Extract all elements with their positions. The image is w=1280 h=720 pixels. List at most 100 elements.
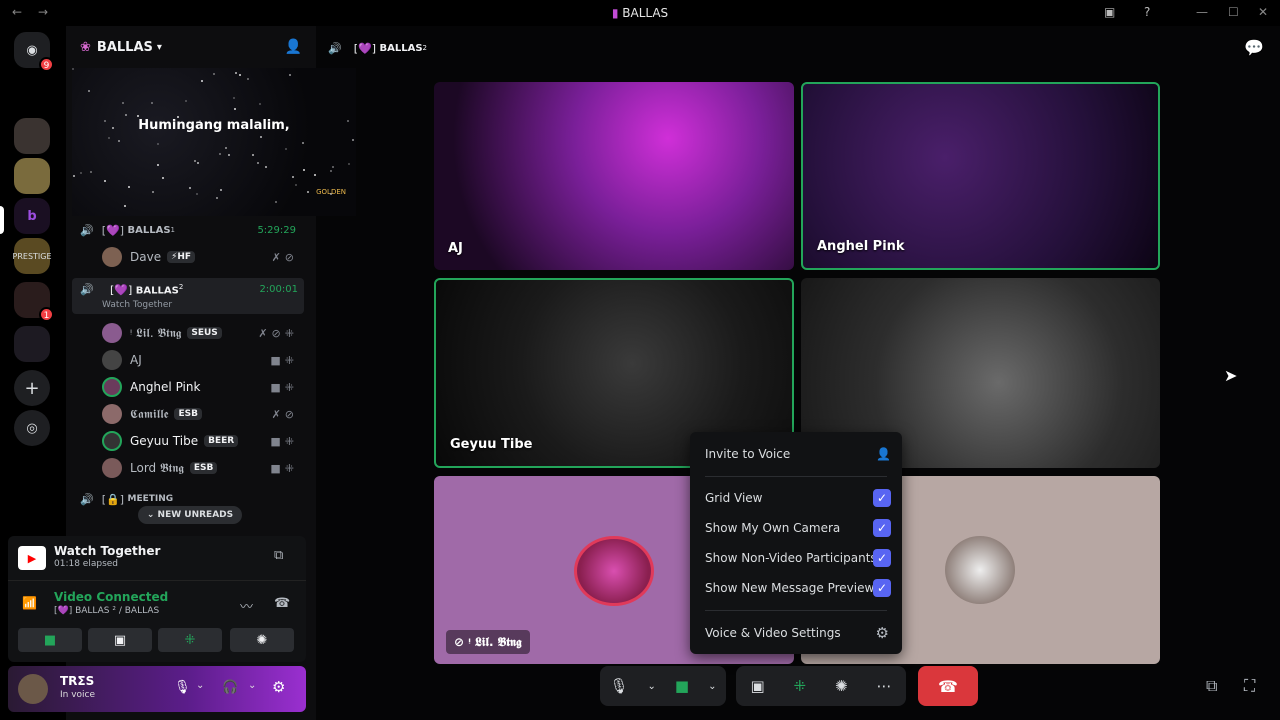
fullscreen-icon[interactable]: ⛶ xyxy=(1244,676,1255,696)
member-name: Lord 𝕭𝖙𝖓𝖌 xyxy=(130,460,184,475)
star-decoration xyxy=(265,166,268,169)
star-decoration xyxy=(198,119,201,122)
activity-caption: Humingang malalim, xyxy=(138,118,290,133)
voice-location[interactable]: [💜] BALLAS ² / BALLAS xyxy=(54,606,159,616)
server-icon[interactable] xyxy=(14,118,50,154)
chevron-down-icon[interactable]: ⌄ xyxy=(248,680,256,691)
star-decoration xyxy=(157,164,160,167)
user-name[interactable]: TRΣS xyxy=(60,674,94,688)
voice-member[interactable]: AJ ■⁜ xyxy=(102,348,302,372)
disconnect-icon[interactable]: ☎ xyxy=(274,596,290,611)
checkbox-checked-icon[interactable]: ✓ xyxy=(873,519,891,537)
avatar[interactable] xyxy=(18,674,48,704)
disconnect-button[interactable]: ☎ xyxy=(918,666,978,706)
menu-item-grid-view[interactable]: Grid View ✓ xyxy=(705,485,891,511)
star-decoration xyxy=(313,173,316,176)
voice-member[interactable]: Dave ⚡HF ✗⊘ xyxy=(102,245,302,269)
prestige-server-icon[interactable]: PRESTIGE xyxy=(13,238,52,274)
star-decoration xyxy=(234,108,237,111)
leave-activity-icon[interactable]: ⧉ xyxy=(274,548,283,563)
activity-elapsed: 01:18 elapsed xyxy=(54,559,119,569)
discover-icon[interactable]: ◎ xyxy=(14,410,50,446)
signal-icon: 📶 xyxy=(22,596,37,610)
chevron-down-icon[interactable]: ⌄ xyxy=(196,680,204,691)
add-member-icon: 👤 xyxy=(876,447,891,461)
menu-item-invite[interactable]: Invite to Voice 👤 xyxy=(705,441,891,467)
star-decoration xyxy=(195,192,198,195)
speaker-icon: 🔊 xyxy=(328,41,342,55)
server-folder-icon[interactable]: 1 xyxy=(14,282,54,322)
avatar xyxy=(574,536,654,606)
screen-share-icon[interactable]: ▣ xyxy=(750,677,764,695)
muted-icon: ✗⊘ xyxy=(271,407,298,421)
noise-suppression-icon[interactable]: 〰 xyxy=(240,596,253,615)
add-server-icon[interactable]: + xyxy=(14,370,50,406)
pop-out-icon[interactable]: ⧉ xyxy=(1206,676,1217,696)
checkbox-checked-icon[interactable]: ✓ xyxy=(873,489,891,507)
discord-home-icon[interactable]: ◉ 9 xyxy=(14,32,54,72)
inbox-icon[interactable]: ▣ xyxy=(1104,5,1115,19)
add-member-icon[interactable]: 👤 xyxy=(285,39,302,55)
gear-icon[interactable]: ⚙ xyxy=(272,678,285,696)
channel-sup: 2 xyxy=(422,44,427,52)
voice-member[interactable]: Lord 𝕭𝖙𝖓𝖌 ESB ■⁜ xyxy=(102,456,302,480)
menu-item-settings[interactable]: Voice & Video Settings ⚙ xyxy=(705,620,891,646)
voice-panel: ▶ Watch Together 01:18 elapsed ⧉ 📶 Video… xyxy=(8,536,306,662)
maximize-icon[interactable]: ☐ xyxy=(1228,5,1239,19)
menu-item-label: Voice & Video Settings xyxy=(705,626,841,640)
activity-button[interactable]: ⁜ xyxy=(158,628,222,652)
server-icon[interactable] xyxy=(14,158,50,194)
ballas-server-icon[interactable]: b xyxy=(14,198,50,234)
video-tile[interactable]: AJ xyxy=(434,82,794,270)
soundboard-button[interactable]: ✺ xyxy=(230,628,294,652)
channel-name: MEETING xyxy=(127,494,174,504)
server-folder-icon[interactable] xyxy=(14,326,50,362)
soundboard-icon[interactable]: ✺ xyxy=(835,677,848,695)
screen-share-button[interactable]: ▣ xyxy=(88,628,152,652)
help-icon[interactable]: ? xyxy=(1144,5,1150,19)
activity-preview[interactable]: Humingang malalim, GOLDEN xyxy=(72,68,356,216)
star-decoration xyxy=(347,162,350,165)
checkbox-checked-icon[interactable]: ✓ xyxy=(873,549,891,567)
video-tile-speaking[interactable]: Anghel Pink xyxy=(801,82,1160,270)
headphones-icon[interactable]: 🎧 xyxy=(222,680,238,695)
channel-timer: 2:00:01 xyxy=(259,284,298,295)
new-unreads-pill[interactable]: ⌄ NEW UNREADS xyxy=(138,506,242,524)
camera-button[interactable]: ■ xyxy=(18,628,82,652)
channel-sup: 2 xyxy=(178,283,184,291)
microphone-icon[interactable]: 🎙 xyxy=(609,677,628,695)
voice-member[interactable]: Anghel Pink ■⁜ xyxy=(102,375,302,399)
voice-channel[interactable]: 🔊 [💜] BALLAS 1 5:29:29 xyxy=(72,218,304,242)
star-decoration xyxy=(291,176,294,179)
voice-member[interactable]: 𝕮𝖆𝖒𝖎𝖑𝖑𝖊 ESB ✗⊘ xyxy=(102,402,302,426)
chevron-down-icon[interactable]: ⌄ xyxy=(648,681,656,692)
chat-bubble-icon[interactable]: 💬 xyxy=(1244,38,1264,57)
star-decoration xyxy=(252,153,255,156)
more-options-icon[interactable]: ⋯ xyxy=(877,677,892,695)
close-icon[interactable]: ✕ xyxy=(1258,5,1268,19)
checkbox-checked-icon[interactable]: ✓ xyxy=(873,579,891,597)
participant-name: ᵎ 𝕷𝖎𝖑. 𝕭𝖙𝖓𝖌 xyxy=(468,635,522,649)
star-decoration xyxy=(151,101,154,104)
voice-member[interactable]: ᵎ 𝕷𝖎𝖑. 𝕭𝖙𝖓𝖌 SEUS ✗⊘⁜ xyxy=(102,321,302,345)
divider xyxy=(705,610,887,611)
member-tag: SEUS xyxy=(187,327,222,339)
menu-item-non-video[interactable]: Show Non-Video Participants ✓ xyxy=(705,545,891,571)
star-decoration xyxy=(220,189,223,192)
star-decoration xyxy=(73,174,76,177)
server-header[interactable]: ❀ BALLAS ▾ 👤 xyxy=(66,26,316,68)
camera-icon[interactable]: ■ xyxy=(675,677,689,695)
star-decoration xyxy=(184,100,187,103)
voice-status[interactable]: Video Connected xyxy=(54,590,168,604)
star-decoration xyxy=(90,171,93,173)
participant-label: ⊘ ᵎ 𝕷𝖎𝖑. 𝕭𝖙𝖓𝖌 xyxy=(446,630,530,654)
voice-channel-selected[interactable]: 🔊 [💜] BALLAS2 2:00:01 Watch Together xyxy=(72,278,304,314)
menu-item-own-camera[interactable]: Show My Own Camera ✓ xyxy=(705,515,891,541)
activities-icon[interactable]: ⁜ xyxy=(794,677,807,695)
menu-item-message-previews[interactable]: Show New Message Previews ✓ xyxy=(705,575,891,601)
voice-member[interactable]: Geyuu Tibe BEER ■⁜ xyxy=(102,429,302,453)
voice-options-menu: Invite to Voice 👤 Grid View ✓ Show My Ow… xyxy=(690,432,902,654)
microphone-icon[interactable]: 🎙 xyxy=(174,680,191,695)
minimize-icon[interactable]: — xyxy=(1196,5,1208,19)
chevron-down-icon[interactable]: ⌄ xyxy=(708,681,716,692)
